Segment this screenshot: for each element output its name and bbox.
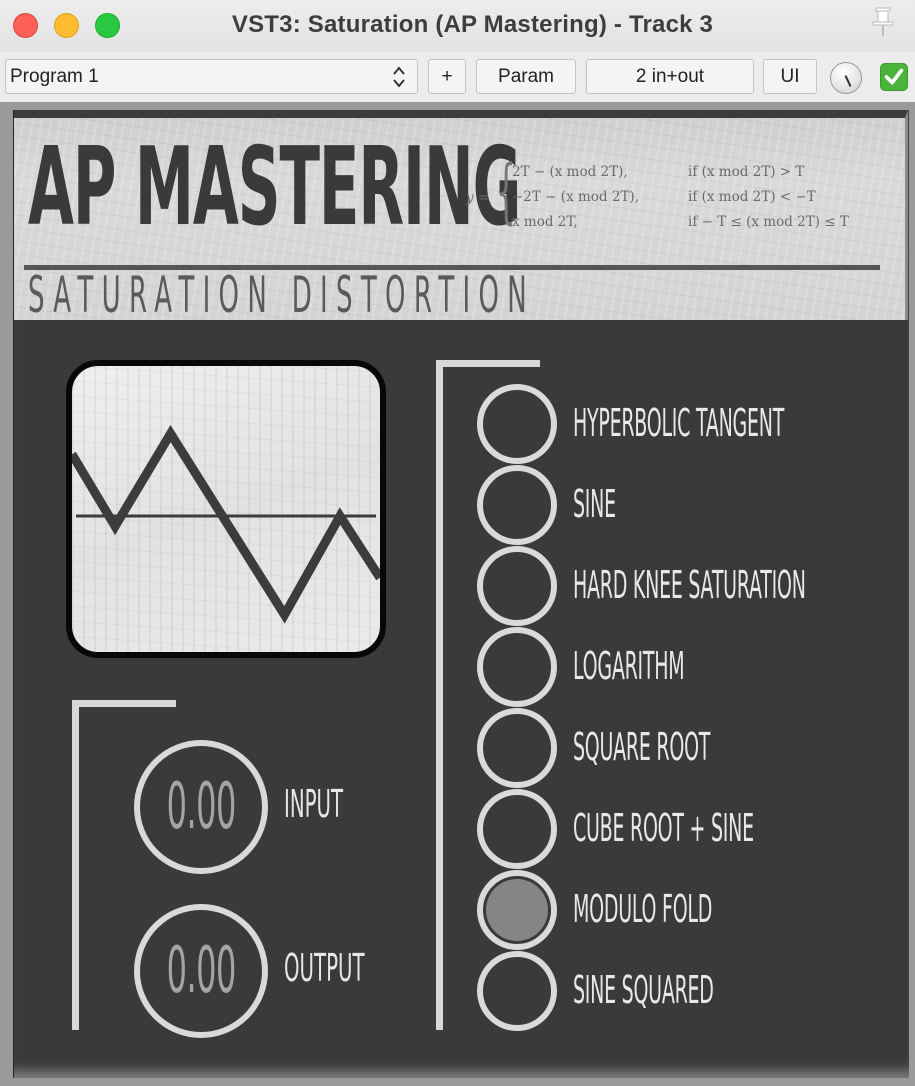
- mode-section-bracket-top: [436, 360, 540, 367]
- plugin-subtitle: SATURATION DISTORTION: [28, 266, 536, 324]
- mode-label: MODULO FOLD: [573, 887, 713, 931]
- formula-lhs: y =: [466, 190, 490, 206]
- output-gain-label: OUTPUT: [284, 946, 365, 990]
- mode-label: HARD KNEE SATURATION: [573, 563, 806, 607]
- program-select-value: Program 1: [10, 65, 99, 87]
- window-title: VST3: Saturation (AP Mastering) - Track …: [231, 11, 714, 38]
- waveform-line: [72, 424, 380, 624]
- host-toolbar: Program 1 + Param 2 in+out UI: [0, 52, 915, 102]
- knob-indicator: [844, 75, 852, 87]
- select-chevrons-icon: [393, 66, 405, 88]
- formula-case-expr: −2T − (x mod 2T),: [512, 189, 639, 205]
- mode-option-cube-root-sine[interactable]: CUBE ROOT + SINE: [477, 789, 857, 869]
- formula: y = { 2T − (x mod 2T), if (x mod 2T) > T…: [466, 156, 906, 238]
- param-button[interactable]: Param: [476, 59, 576, 94]
- radio-button[interactable]: [477, 789, 557, 869]
- waveform-display: [66, 360, 386, 658]
- waveform-graph: [72, 424, 380, 624]
- bypass-toggle[interactable]: [880, 63, 908, 91]
- program-select[interactable]: Program 1: [5, 59, 418, 94]
- ui-button[interactable]: UI: [763, 59, 817, 94]
- radio-button[interactable]: [477, 870, 557, 950]
- mode-option-modulo-fold[interactable]: MODULO FOLD: [477, 870, 857, 950]
- formula-case-expr: 2T − (x mod 2T),: [512, 164, 628, 180]
- mode-option-hard-knee-saturation[interactable]: HARD KNEE SATURATION: [477, 546, 857, 626]
- radio-button[interactable]: [477, 708, 557, 788]
- gain-section-bracket-top: [72, 700, 176, 707]
- radio-button[interactable]: [477, 384, 557, 464]
- checkmark-icon: [884, 68, 904, 85]
- mode-label: SINE: [573, 482, 616, 526]
- plugin-area: AP MASTERING SATURATION DISTORTION y = {…: [0, 102, 915, 1086]
- radio-button[interactable]: [477, 546, 557, 626]
- mode-label: SQUARE ROOT: [573, 725, 711, 769]
- mode-label: LOGARITHM: [573, 644, 685, 688]
- pin-icon[interactable]: [869, 6, 897, 38]
- plugin-header: AP MASTERING SATURATION DISTORTION y = {…: [14, 110, 908, 320]
- mode-option-logarithm[interactable]: LOGARITHM: [477, 627, 857, 707]
- input-gain-dial[interactable]: 0.00: [134, 740, 268, 874]
- radio-button[interactable]: [477, 951, 557, 1031]
- formula-case-cond: if − T ≤ (x mod 2T) ≤ T: [688, 214, 849, 230]
- io-config-button[interactable]: 2 in+out: [586, 59, 754, 94]
- mode-option-hyperbolic-tangent[interactable]: HYPERBOLIC TANGENT: [477, 384, 857, 464]
- input-gain-value: 0.00: [166, 770, 236, 844]
- input-gain-label: INPUT: [284, 782, 344, 826]
- gain-section-bracket: [72, 700, 79, 1030]
- formula-case-cond: if (x mod 2T) < −T: [688, 189, 816, 205]
- window-title-bar: VST3: Saturation (AP Mastering) - Track …: [0, 0, 915, 52]
- mode-option-sine-squared[interactable]: SINE SQUARED: [477, 951, 857, 1031]
- mode-section-bracket: [436, 360, 443, 1030]
- output-gain-value: 0.00: [166, 934, 236, 1008]
- mode-label: CUBE ROOT + SINE: [573, 806, 754, 850]
- mode-label: HYPERBOLIC TANGENT: [573, 401, 785, 445]
- add-program-button[interactable]: +: [428, 59, 466, 94]
- formula-case-cond: if (x mod 2T) > T: [688, 164, 805, 180]
- mode-option-sine[interactable]: SINE: [477, 465, 857, 545]
- mode-option-square-root[interactable]: SQUARE ROOT: [477, 708, 857, 788]
- formula-case-expr: x mod 2T,: [512, 214, 578, 230]
- radio-button[interactable]: [477, 627, 557, 707]
- mode-label: SINE SQUARED: [573, 968, 714, 1012]
- radio-button[interactable]: [477, 465, 557, 545]
- output-gain-dial[interactable]: 0.00: [134, 904, 268, 1038]
- plugin-panel: AP MASTERING SATURATION DISTORTION y = {…: [13, 110, 909, 1078]
- brand-title: AP MASTERING: [28, 125, 521, 250]
- knob-icon[interactable]: [830, 62, 862, 94]
